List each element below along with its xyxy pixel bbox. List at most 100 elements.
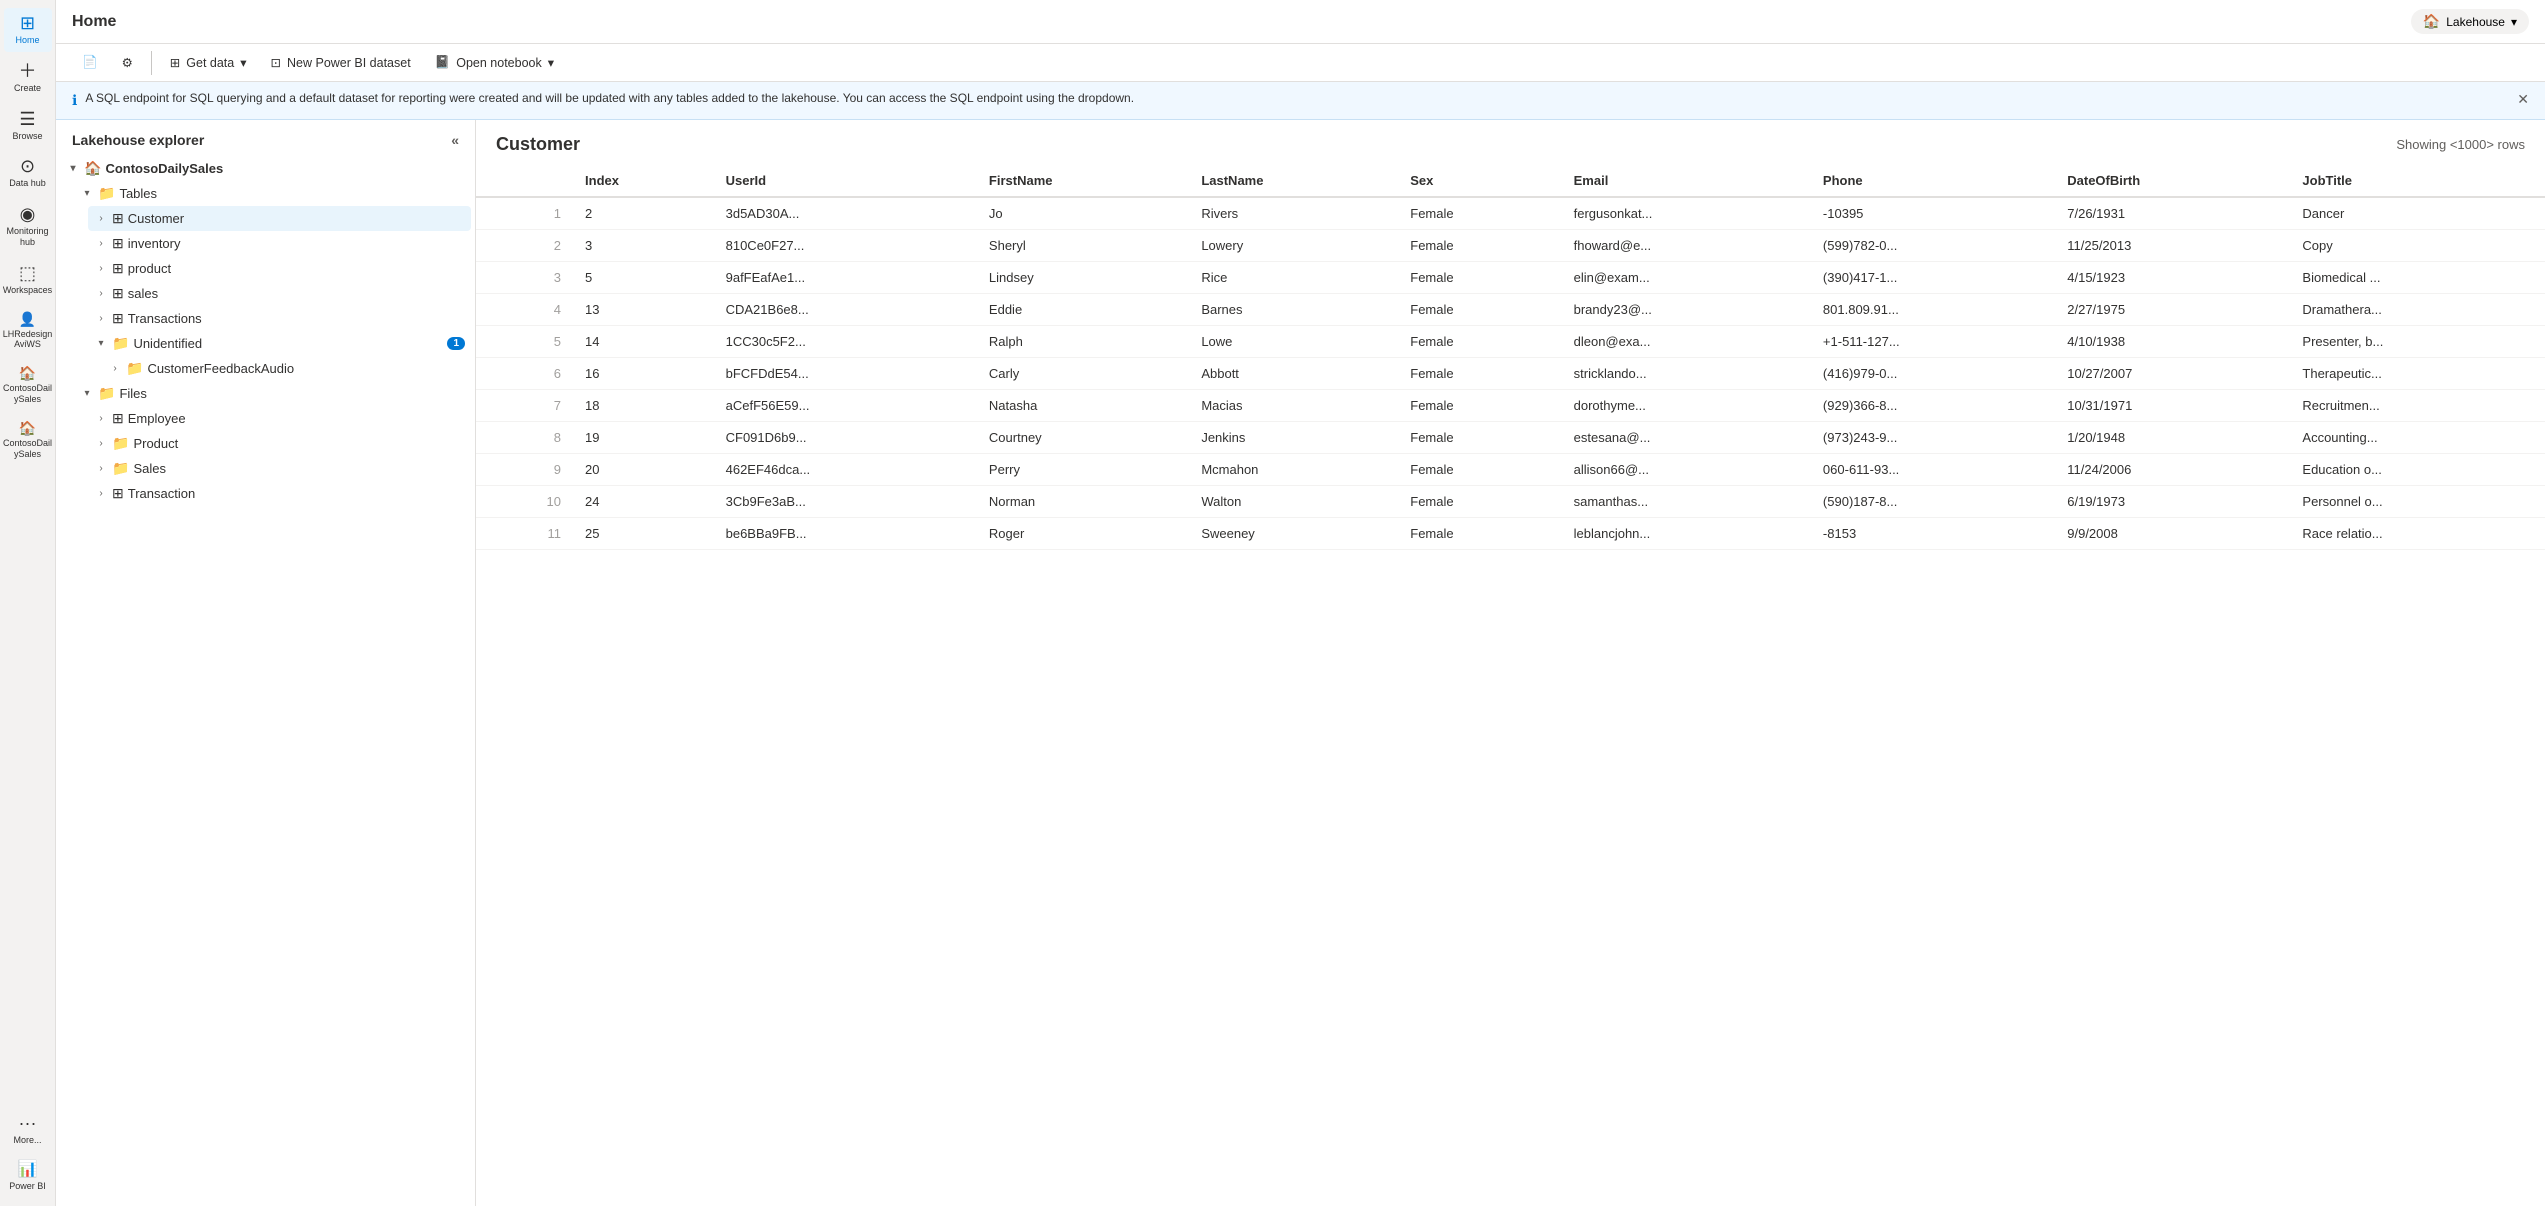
- feedback-label: CustomerFeedbackAudio: [147, 361, 465, 376]
- row-count: Showing <1000> rows: [2396, 137, 2525, 152]
- nav-contosodaily2[interactable]: 🏠 ContosoDail ySales: [4, 415, 52, 466]
- cell-index: 24: [573, 485, 714, 517]
- data-table: Index UserId FirstName LastName Sex Emai…: [476, 165, 2545, 550]
- lhredesign-icon: 👤: [19, 312, 36, 326]
- cell-phone: (929)366-8...: [1811, 389, 2055, 421]
- get-data-label: Get data: [186, 56, 234, 70]
- files-children: › ⊞ Employee › 📁 Product ›: [88, 406, 471, 506]
- cell-email: dorothyme...: [1562, 389, 1811, 421]
- nav-browse[interactable]: ☰ Browse: [4, 104, 52, 148]
- tree-root[interactable]: ▾ 🏠 ContosoDailySales: [60, 156, 471, 181]
- cell-userid: CDA21B6e8...: [714, 293, 977, 325]
- sales-expand-icon: ›: [94, 288, 108, 299]
- cell-email: brandy23@...: [1562, 293, 1811, 325]
- cell-index: 16: [573, 357, 714, 389]
- open-notebook-icon: 📓: [435, 55, 451, 70]
- nav-create[interactable]: ＋ Create: [4, 56, 52, 100]
- nav-more[interactable]: ··· More...: [4, 1108, 52, 1152]
- nav-datahub[interactable]: ⊙ Data hub: [4, 151, 52, 195]
- cell-phone: (590)187-8...: [1811, 485, 2055, 517]
- cell-sex: Female: [1398, 325, 1561, 357]
- tables-header[interactable]: ▾ 📁 Tables: [74, 181, 471, 206]
- cell-phone: +1-511-127...: [1811, 325, 2055, 357]
- explorer-panel: Lakehouse explorer « ▾ 🏠 ContosoDailySal…: [56, 120, 476, 1206]
- open-notebook-button[interactable]: 📓 Open notebook ▾: [425, 50, 564, 75]
- cell-lastname: Mcmahon: [1189, 453, 1398, 485]
- root-label: ContosoDailySales: [105, 161, 465, 176]
- tree-item-sales-file[interactable]: › 📁 Sales: [88, 456, 471, 481]
- cell-email: estesana@...: [1562, 421, 1811, 453]
- tables-label: Tables: [119, 186, 465, 201]
- left-navigation: ⊞ Home ＋ Create ☰ Browse ⊙ Data hub ◉ Mo…: [0, 0, 56, 1206]
- cell-dob: 6/19/1973: [2055, 485, 2290, 517]
- table-icon-4: ⊞: [112, 285, 124, 302]
- cell-jobtitle: Race relatio...: [2290, 517, 2545, 549]
- cell-dob: 7/26/1931: [2055, 197, 2290, 230]
- files-expand-icon: ▾: [80, 388, 94, 399]
- tree-item-transaction[interactable]: › ⊞ Transaction: [88, 481, 471, 506]
- cell-row-num: 11: [476, 517, 573, 549]
- nav-contosodaily1[interactable]: 🏠 ContosoDail ySales: [4, 360, 52, 411]
- cell-lastname: Barnes: [1189, 293, 1398, 325]
- cell-row-num: 9: [476, 453, 573, 485]
- tree-item-employee[interactable]: › ⊞ Employee: [88, 406, 471, 431]
- cell-dob: 11/25/2013: [2055, 229, 2290, 261]
- tree-unidentified[interactable]: ▾ 📁 Unidentified 1: [88, 331, 471, 356]
- cell-row-num: 2: [476, 229, 573, 261]
- nav-workspaces[interactable]: ⬚ Workspaces: [4, 258, 52, 302]
- root-icon: 🏠: [84, 160, 101, 177]
- files-header[interactable]: ▾ 📁 Files: [74, 381, 471, 406]
- inventory-label: inventory: [128, 236, 465, 251]
- tree-item-transactions[interactable]: › ⊞ Transactions: [88, 306, 471, 331]
- file-button[interactable]: 📄: [72, 50, 108, 75]
- cell-sex: Female: [1398, 517, 1561, 549]
- collapse-button[interactable]: «: [451, 132, 459, 148]
- nav-powerbi[interactable]: 📊 Power BI: [4, 1156, 52, 1198]
- cell-index: 13: [573, 293, 714, 325]
- customer-expand-icon: ›: [94, 213, 108, 224]
- close-banner-button[interactable]: ✕: [2517, 90, 2529, 110]
- cell-phone: (973)243-9...: [1811, 421, 2055, 453]
- settings-button[interactable]: ⚙: [112, 50, 143, 75]
- cell-lastname: Rivers: [1189, 197, 1398, 230]
- col-sex: Sex: [1398, 165, 1561, 197]
- cell-sex: Female: [1398, 389, 1561, 421]
- cell-sex: Female: [1398, 261, 1561, 293]
- content-area: Lakehouse explorer « ▾ 🏠 ContosoDailySal…: [56, 120, 2545, 1206]
- tree-item-inventory[interactable]: › ⊞ inventory: [88, 231, 471, 256]
- explorer-header: Lakehouse explorer «: [56, 120, 475, 156]
- nav-lhredesign[interactable]: 👤 LHRedesign AviWS: [4, 306, 52, 357]
- tree-item-customerfeedback[interactable]: › 📁 CustomerFeedbackAudio: [102, 356, 471, 381]
- unidentified-children: › 📁 CustomerFeedbackAudio: [102, 356, 471, 381]
- cell-email: stricklando...: [1562, 357, 1811, 389]
- tree-item-customer[interactable]: › ⊞ Customer ···: [88, 206, 471, 231]
- toolbar-divider: [151, 51, 152, 75]
- get-data-button[interactable]: ⊞ Get data ▾: [160, 50, 257, 75]
- data-table-wrap[interactable]: Index UserId FirstName LastName Sex Emai…: [476, 165, 2545, 1206]
- cell-sex: Female: [1398, 421, 1561, 453]
- new-dataset-button[interactable]: ⊡ New Power BI dataset: [261, 50, 421, 75]
- nav-monitoring[interactable]: ◉ Monitoring hub: [4, 199, 52, 254]
- table-row: 616bFCFDdE54...CarlyAbbottFemalestrickla…: [476, 357, 2545, 389]
- cell-lastname: Lowery: [1189, 229, 1398, 261]
- tree-item-product[interactable]: › ⊞ product: [88, 256, 471, 281]
- cell-phone: 801.809.91...: [1811, 293, 2055, 325]
- cell-email: leblancjohn...: [1562, 517, 1811, 549]
- explorer-title: Lakehouse explorer: [72, 132, 204, 148]
- product-label: product: [128, 261, 465, 276]
- cell-lastname: Sweeney: [1189, 517, 1398, 549]
- tree-item-product-file[interactable]: › 📁 Product: [88, 431, 471, 456]
- lakehouse-dropdown[interactable]: 🏠 Lakehouse ▾: [2411, 9, 2529, 34]
- employee-icon: ⊞: [112, 410, 124, 427]
- cell-jobtitle: Dancer: [2290, 197, 2545, 230]
- cell-jobtitle: Therapeutic...: [2290, 357, 2545, 389]
- cell-index: 19: [573, 421, 714, 453]
- cell-userid: bFCFDdE54...: [714, 357, 977, 389]
- datahub-icon: ⊙: [20, 157, 35, 175]
- chevron-down-icon: ▾: [2511, 15, 2517, 29]
- nav-home[interactable]: ⊞ Home: [4, 8, 52, 52]
- data-title: Customer: [496, 134, 580, 155]
- file-icon: 📄: [82, 55, 98, 70]
- unidentified-label: Unidentified: [133, 336, 443, 351]
- tree-item-sales[interactable]: › ⊞ sales: [88, 281, 471, 306]
